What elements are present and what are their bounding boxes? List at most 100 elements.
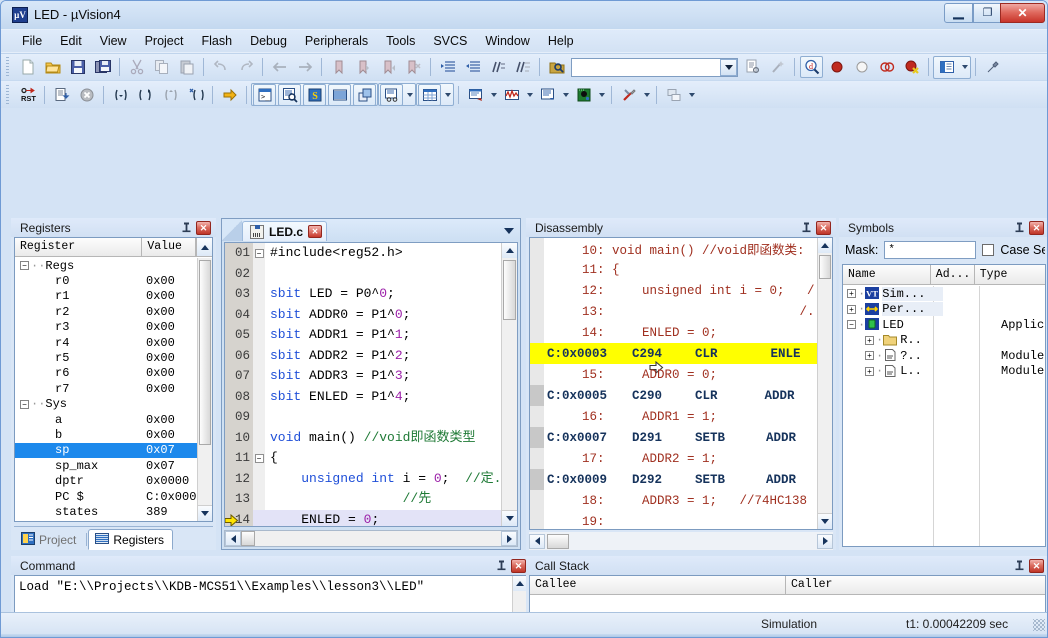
scroll-right-button[interactable]	[501, 531, 517, 546]
outdent-icon[interactable]	[461, 56, 484, 78]
comment-icon[interactable]	[486, 56, 509, 78]
show-next-statement-icon[interactable]	[218, 84, 241, 106]
disassembly-asm-row[interactable]: C:0x0005 C290 CLR ADDR	[530, 385, 817, 406]
disable-all-breakpoints-icon[interactable]	[875, 56, 898, 78]
call-stack-window-icon[interactable]	[353, 84, 376, 106]
memory-window-icon[interactable]	[418, 84, 441, 106]
breakpoint-margin[interactable]	[530, 469, 544, 490]
menu-window[interactable]: Window	[476, 31, 538, 51]
tree-row-pc[interactable]: PC $ C:0x0003	[15, 489, 197, 504]
fold-toggle-icon[interactable]: −	[255, 249, 264, 258]
expand-toggle-icon[interactable]: +	[847, 305, 856, 314]
analysis-window-dropdown[interactable]	[524, 84, 535, 106]
collapse-toggle-icon[interactable]: −	[847, 320, 856, 329]
menu-view[interactable]: View	[91, 31, 136, 51]
tree-row-sp-max[interactable]: sp_max 0x07	[15, 458, 197, 473]
uncomment-icon[interactable]	[511, 56, 534, 78]
scroll-down-button[interactable]	[502, 510, 517, 526]
memory-window-dropdown[interactable]	[442, 84, 453, 106]
disassembly-source-row[interactable]: 19:	[530, 511, 817, 529]
scrollbar-thumb[interactable]	[503, 260, 516, 320]
symbol-row-module-c-startup[interactable]: + · ?.. Module	[843, 348, 1045, 364]
breakpoint-margin[interactable]	[530, 364, 544, 385]
scroll-left-button[interactable]	[225, 531, 241, 546]
scroll-down-button[interactable]	[198, 505, 212, 521]
trace-window-dropdown[interactable]	[560, 84, 571, 106]
breakpoint-margin[interactable]	[530, 343, 544, 364]
copy-icon[interactable]	[150, 56, 173, 78]
symbol-row-peripherals[interactable]: + · Per...	[843, 302, 1045, 318]
scrollbar-thumb[interactable]	[241, 531, 255, 546]
toolbar-grip[interactable]	[5, 85, 12, 105]
insert-breakpoint-icon[interactable]	[825, 56, 848, 78]
resize-grip-icon[interactable]	[1033, 619, 1045, 631]
text-browse-icon[interactable]	[741, 56, 764, 78]
column-header-address[interactable]: Ad...	[931, 265, 975, 284]
menu-tools[interactable]: Tools	[377, 31, 424, 51]
tree-row-dptr[interactable]: dptr 0x0000	[15, 473, 197, 488]
bookmark-toggle-icon[interactable]	[327, 56, 350, 78]
breakpoint-margin[interactable]	[530, 448, 544, 469]
tree-row-r6[interactable]: r6 0x00	[15, 366, 197, 381]
serial-window-icon[interactable]	[464, 84, 487, 106]
tree-row-r3[interactable]: r3 0x00	[15, 320, 197, 335]
disassembly-source-row[interactable]: 11: {	[530, 259, 817, 280]
collapse-toggle-icon[interactable]: −	[20, 400, 29, 409]
step-out-icon[interactable]	[159, 84, 182, 106]
column-header-name[interactable]: Name	[843, 265, 931, 284]
tree-row-r2[interactable]: r2 0x00	[15, 304, 197, 319]
breakpoint-margin[interactable]	[530, 322, 544, 343]
menu-project[interactable]: Project	[136, 31, 193, 51]
manage-windows-icon[interactable]	[935, 56, 958, 78]
tree-row-sp[interactable]: sp 0x07	[15, 443, 197, 458]
tree-group-sys[interactable]: − ·· Sys	[15, 397, 197, 412]
indent-icon[interactable]	[436, 56, 459, 78]
fold-toggle-icon[interactable]: −	[255, 454, 264, 463]
fold-column[interactable]: −	[253, 448, 265, 469]
breakpoint-margin[interactable]	[530, 427, 544, 448]
scroll-up-button[interactable]	[502, 243, 517, 258]
bookmark-next-icon[interactable]	[377, 56, 400, 78]
column-header-type[interactable]: Type	[975, 265, 1045, 284]
step-over-icon[interactable]	[134, 84, 157, 106]
scrollbar-thumb[interactable]	[199, 260, 211, 445]
code-editor[interactable]: 01 − #include<reg52.h> 02 03 sbit LED = …	[224, 242, 518, 527]
scroll-right-button[interactable]	[817, 534, 833, 549]
editor-tab-led-c[interactable]: LED.c ✕	[242, 221, 327, 241]
trace-window-icon[interactable]	[536, 84, 559, 106]
toolbar-grip[interactable]	[5, 57, 12, 77]
close-icon[interactable]: ✕	[816, 221, 831, 235]
search-input[interactable]	[572, 60, 717, 75]
close-icon[interactable]: ✕	[1029, 559, 1044, 573]
code-line[interactable]: 13 //先	[225, 489, 501, 510]
pin-icon[interactable]	[179, 221, 193, 235]
toolbox-dropdown[interactable]	[641, 84, 652, 106]
column-header-value[interactable]: Value	[142, 238, 196, 256]
save-all-icon[interactable]	[91, 56, 114, 78]
code-line[interactable]: 02	[225, 264, 501, 285]
tab-project[interactable]: Project	[14, 529, 85, 550]
analysis-window-icon[interactable]	[500, 84, 523, 106]
disassembly-source-row[interactable]: 15: ADDR0 = 0;	[530, 364, 817, 385]
close-icon[interactable]: ✕	[196, 221, 211, 235]
undo-icon[interactable]	[209, 56, 232, 78]
configure-icon[interactable]	[981, 56, 1004, 78]
disassembly-asm-row[interactable]: C:0x0009 D292 SETB ADDR	[530, 469, 817, 490]
menu-peripherals[interactable]: Peripherals	[296, 31, 377, 51]
tree-row-r4[interactable]: r4 0x00	[15, 335, 197, 350]
tree-row-states[interactable]: states 389	[15, 504, 197, 519]
symbol-row-module-led[interactable]: + · L.. Module	[843, 364, 1045, 380]
disassembly-source-row[interactable]: 13: /.	[530, 301, 817, 322]
case-sensitive-checkbox[interactable]	[982, 244, 994, 256]
disassembly-view[interactable]: 10: void main() //void即函数类: 11: { 12: un…	[529, 237, 833, 530]
scroll-left-button[interactable]	[529, 534, 545, 549]
disassembly-source-row[interactable]: 10: void main() //void即函数类:	[530, 238, 817, 259]
stop-icon[interactable]	[75, 84, 98, 106]
menu-svcs[interactable]: SVCS	[424, 31, 476, 51]
expand-toggle-icon[interactable]: +	[847, 289, 856, 298]
code-line[interactable]: 12 unsigned int i = 0; //定.	[225, 469, 501, 490]
editor-vertical-scrollbar[interactable]	[501, 243, 517, 526]
tree-row-r1[interactable]: r1 0x00	[15, 289, 197, 304]
kill-all-breakpoints-icon[interactable]	[900, 56, 923, 78]
bookmark-clear-icon[interactable]	[402, 56, 425, 78]
